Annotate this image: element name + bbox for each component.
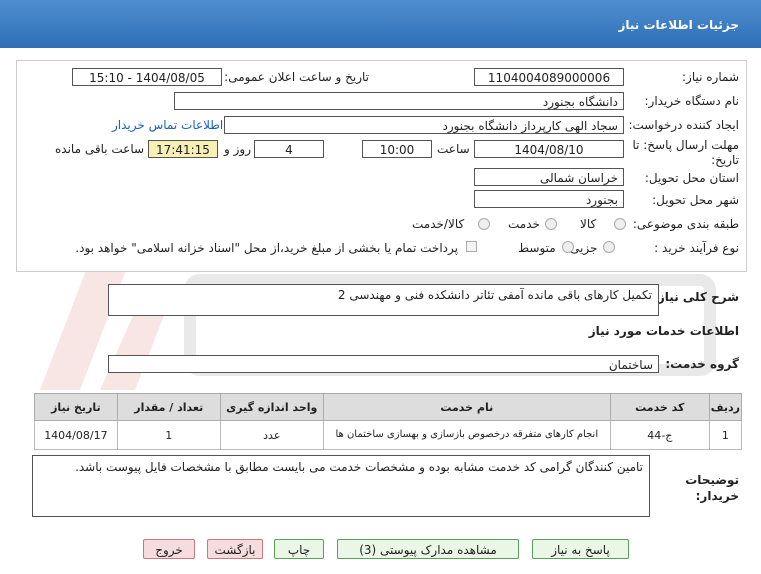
deadline-date-field: 1404/08/10: [474, 140, 624, 158]
treasury-payment-checkbox[interactable]: [466, 241, 477, 252]
process-radio-medium[interactable]: [562, 241, 574, 253]
col-row-header: ردیف: [708, 393, 743, 421]
service-name: انجام کارهای متفرقه درخصوص بازسازی و بهس…: [322, 420, 611, 450]
col-code-header: کد خدمت: [609, 393, 710, 421]
category-radio-goods[interactable]: [614, 218, 626, 230]
treasury-payment-note: پرداخت تمام یا بخشی از مبلغ خرید،از محل …: [75, 241, 458, 255]
service-unit: عدد: [219, 420, 324, 450]
days-remaining-field: 4: [254, 140, 324, 158]
remaining-time-field: 17:41:15: [148, 140, 218, 158]
reply-to-need-button[interactable]: پاسخ به نیاز: [532, 539, 629, 559]
announce-date-field: 1404/08/05 - 15:10: [72, 68, 222, 86]
service-group-label: گروه خدمت:: [665, 357, 739, 371]
category-option-goods: کالا: [580, 217, 597, 231]
service-group-field: ساختمان: [108, 355, 659, 373]
province-field: خراسان شمالی: [474, 168, 624, 186]
remaining-time-label: ساعت باقی مانده: [55, 142, 145, 156]
category-label: طبقه بندی موضوعی:: [632, 217, 739, 231]
process-type-label: نوع فرآیند خرید :: [654, 241, 739, 255]
buyer-contact-link[interactable]: اطلاعات تماس خریدار: [112, 118, 223, 132]
service-code: ج-44: [609, 420, 710, 450]
summary-textarea[interactable]: تکمیل کارهای باقی مانده آمفی تئاتر دانشک…: [108, 284, 659, 316]
back-button[interactable]: بازگشت: [207, 539, 263, 559]
city-field: بجنورد: [474, 190, 624, 208]
row-number: 1: [708, 420, 743, 450]
need-number-label: شماره نیاز:: [682, 70, 739, 84]
need-number-field: 1104004089000006: [474, 68, 624, 86]
page-title: جزئیات اطلاعات نیاز: [618, 18, 739, 32]
buyer-notes-textarea[interactable]: تامین کنندگان گرامی کد خدمت مشابه بوده و…: [32, 455, 650, 517]
buyer-notes-label-2: خریدار:: [695, 489, 739, 503]
services-table: ردیف کد خدمت نام خدمت واحد اندازه گیری ت…: [34, 393, 743, 450]
requester-label: ایجاد کننده درخواست:: [628, 118, 739, 132]
table-header-row: ردیف کد خدمت نام خدمت واحد اندازه گیری ت…: [34, 393, 743, 421]
process-option-medium: متوسط: [518, 241, 556, 255]
col-date-header: تاریخ نیاز: [34, 393, 118, 421]
city-label: شهر محل تحویل:: [652, 193, 739, 207]
buyer-org-label: نام دستگاه خریدار:: [644, 94, 740, 108]
exit-button[interactable]: خروج: [143, 539, 195, 559]
col-name-header: نام خدمت: [322, 393, 611, 421]
table-row: 1 ج-44 انجام کارهای متفرقه درخصوص بازساز…: [34, 420, 743, 450]
process-option-minor: جزیی: [570, 241, 598, 255]
col-unit-header: واحد اندازه گیری: [219, 393, 324, 421]
province-label: استان محل تحویل:: [644, 171, 739, 185]
category-option-goods-service: کالا/خدمت: [412, 217, 465, 231]
buyer-notes-label: توضیحات: [685, 473, 739, 487]
col-qty-header: تعداد / مقدار: [116, 393, 221, 421]
category-radio-goods-service[interactable]: [478, 218, 490, 230]
process-radio-minor[interactable]: [603, 241, 615, 253]
summary-label: شرح کلی نیاز:: [653, 290, 739, 304]
announce-date-label: تاریخ و ساعت اعلان عمومی:: [224, 70, 369, 84]
deadline-time-field: 10:00: [362, 140, 432, 158]
days-label: روز و: [224, 142, 251, 156]
buyer-org-field: دانشگاه بجنورد: [174, 92, 624, 110]
title-bar: جزئیات اطلاعات نیاز: [0, 0, 761, 48]
deadline-time-label: ساعت: [437, 142, 470, 156]
service-qty: 1: [116, 420, 221, 450]
requester-field: سجاد الهی کارپرداز دانشگاه بجنورد: [224, 116, 624, 134]
deadline-label: مهلت ارسال پاسخ: تا: [632, 138, 739, 152]
services-section-title: اطلاعات خدمات مورد نیاز: [588, 324, 739, 338]
deadline-date-label: تاریخ:: [711, 153, 739, 167]
print-button[interactable]: چاپ: [274, 539, 324, 559]
category-radio-service[interactable]: [545, 218, 557, 230]
category-option-service: خدمت: [508, 217, 540, 231]
service-date: 1404/08/17: [34, 420, 118, 450]
view-attachments-button[interactable]: مشاهده مدارک پیوستی (3): [337, 539, 519, 559]
